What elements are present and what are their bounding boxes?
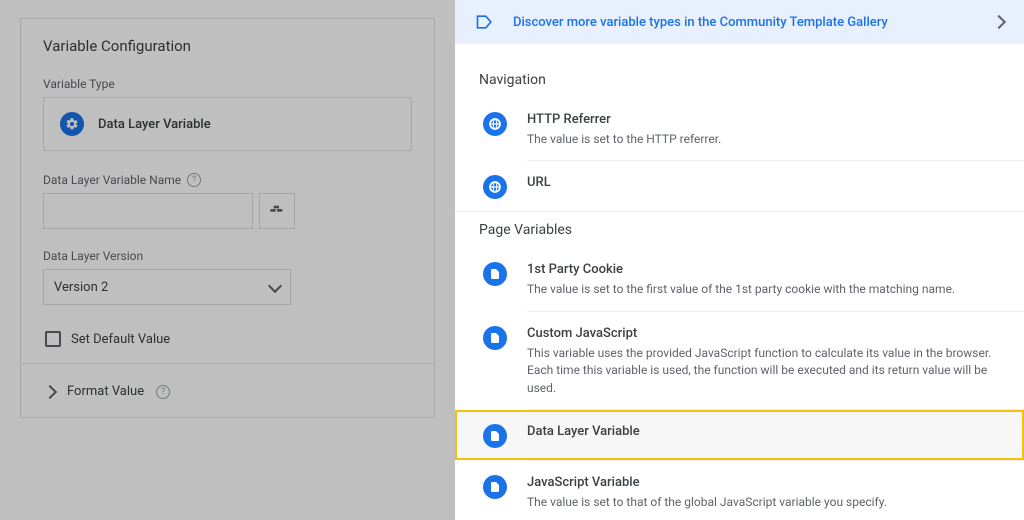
community-gallery-banner[interactable]: Discover more variable types in the Comm… (455, 0, 1024, 44)
option-desc: The value is set to the first value of t… (527, 281, 996, 298)
chevron-down-icon (268, 278, 282, 292)
section-navigation: Navigation (455, 62, 1024, 98)
option-desc: The value is set to that of the global J… (527, 494, 996, 511)
variable-name-input[interactable] (43, 193, 253, 229)
globe-icon (483, 175, 507, 199)
chevron-right-icon (992, 15, 1006, 29)
page-icon (483, 475, 507, 499)
format-value-label: Format Value (67, 384, 144, 399)
option-javascript-variable[interactable]: JavaScript Variable The value is set to … (455, 461, 1024, 520)
variable-type-list: Navigation HTTP Referrer The value is se… (455, 44, 1024, 520)
option-desc: This variable uses the provided JavaScri… (527, 345, 996, 397)
version-label: Data Layer Version (43, 249, 412, 263)
variable-type-chooser-panel: Discover more variable types in the Comm… (455, 0, 1024, 520)
variable-type-selector[interactable]: Data Layer Variable (43, 97, 412, 151)
option-url[interactable]: URL (455, 161, 1024, 212)
help-icon[interactable]: ? (156, 385, 170, 399)
option-title: JavaScript Variable (527, 475, 996, 490)
variable-config-pane: Variable Configuration Variable Type Dat… (0, 0, 455, 520)
section-page-variables: Page Variables (455, 212, 1024, 248)
divider (21, 363, 434, 364)
globe-icon (483, 112, 507, 136)
option-first-party-cookie[interactable]: 1st Party Cookie The value is set to the… (455, 248, 1024, 310)
set-default-label: Set Default Value (71, 332, 170, 347)
version-value: Version 2 (54, 280, 108, 295)
option-desc: The value is set to the HTTP referrer. (527, 131, 996, 148)
gear-icon (60, 112, 84, 136)
version-select[interactable]: Version 2 (43, 269, 291, 305)
variable-type-label: Variable Type (43, 77, 412, 91)
help-icon[interactable]: ? (187, 173, 201, 187)
chevron-right-icon (43, 384, 57, 398)
option-title: 1st Party Cookie (527, 262, 996, 277)
option-data-layer-variable[interactable]: Data Layer Variable (455, 410, 1024, 460)
variable-type-name: Data Layer Variable (98, 117, 211, 132)
checkbox-icon (45, 331, 61, 347)
banner-text: Discover more variable types in the Comm… (513, 15, 976, 30)
tag-icon (475, 12, 495, 32)
option-http-referrer[interactable]: HTTP Referrer The value is set to the HT… (455, 98, 1024, 160)
format-value-row[interactable]: Format Value ? (43, 370, 412, 413)
option-title: URL (527, 175, 996, 190)
card-title: Variable Configuration (43, 37, 412, 55)
variable-config-card: Variable Configuration Variable Type Dat… (20, 18, 435, 418)
option-title: Data Layer Variable (527, 424, 640, 439)
set-default-checkbox-row[interactable]: Set Default Value (43, 325, 412, 353)
variable-picker-button[interactable] (259, 193, 295, 229)
option-custom-javascript[interactable]: Custom JavaScript This variable uses the… (455, 312, 1024, 409)
page-icon (483, 326, 507, 350)
option-title: HTTP Referrer (527, 112, 996, 127)
page-icon (483, 262, 507, 286)
brick-icon (269, 203, 285, 219)
variable-name-label: Data Layer Variable Name ? (43, 173, 412, 187)
page-icon (483, 424, 507, 448)
option-title: Custom JavaScript (527, 326, 996, 341)
